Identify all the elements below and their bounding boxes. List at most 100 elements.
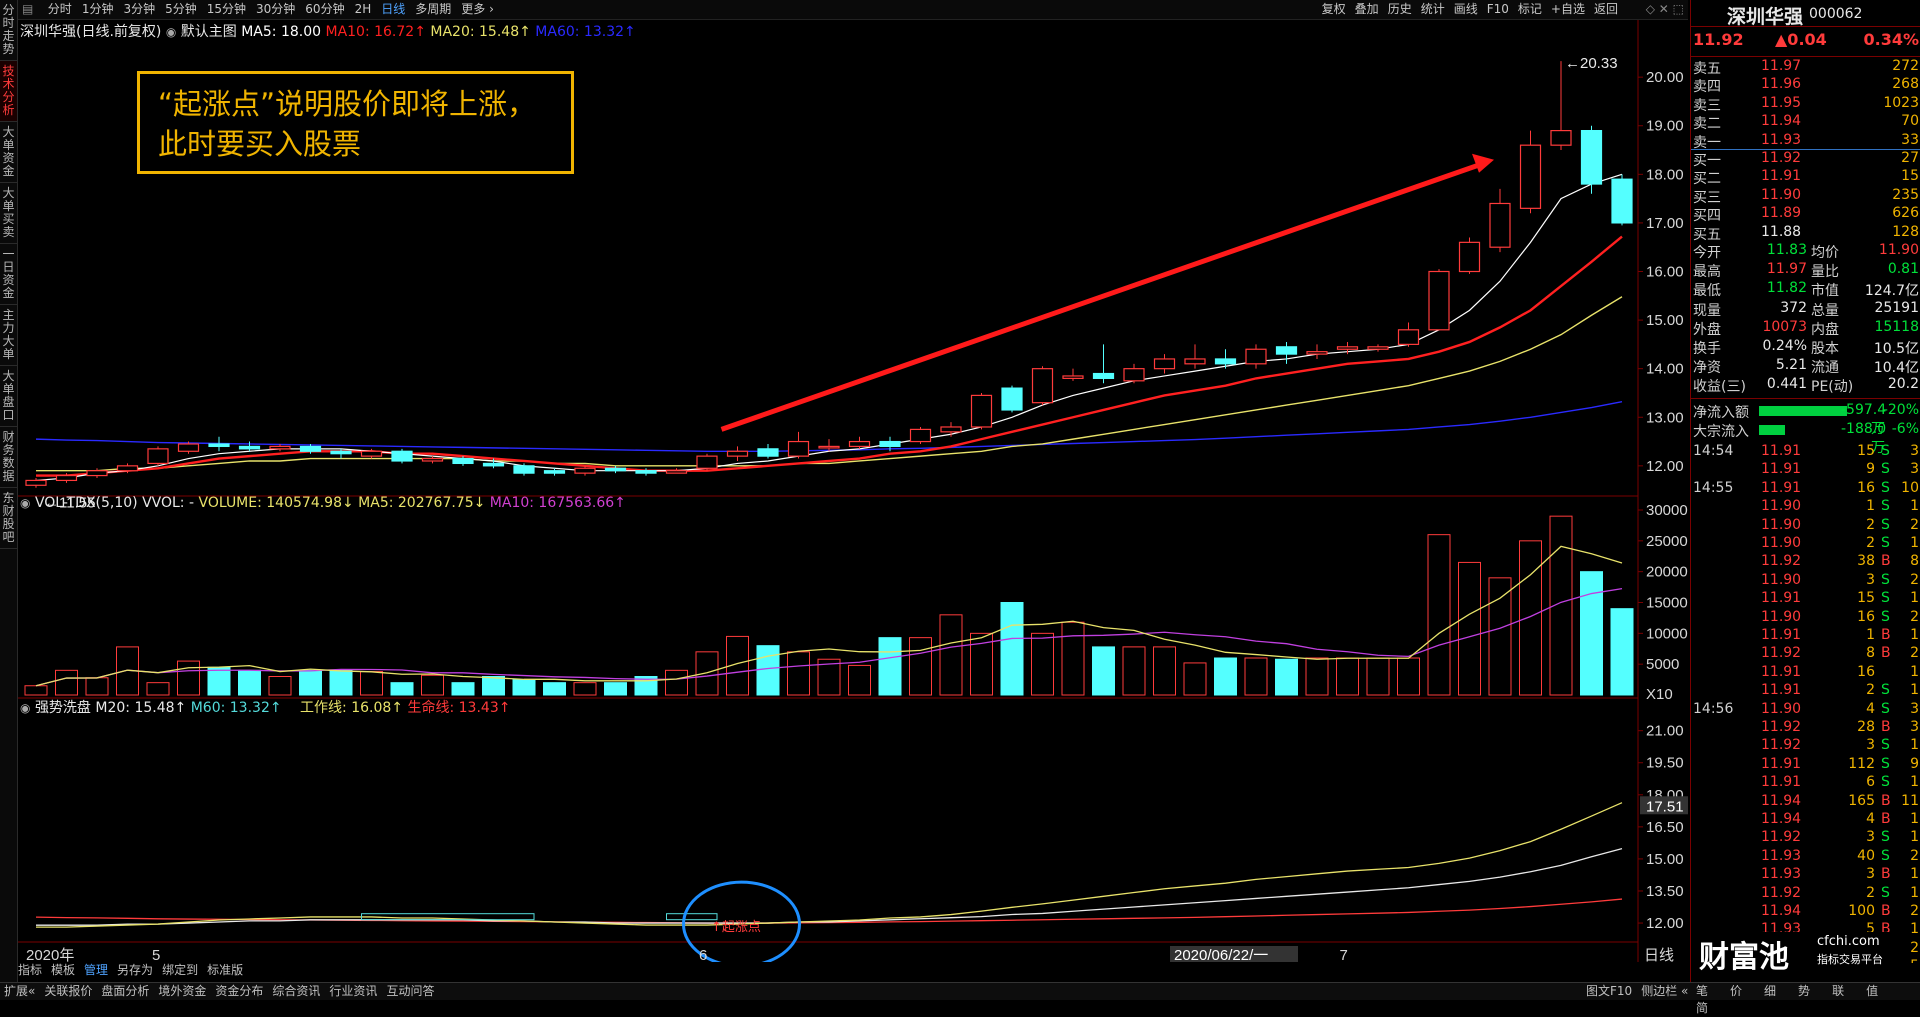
tick-volume: 16 [1857,608,1875,625]
toolbar-action-2[interactable]: 历史 [1388,0,1412,19]
order-volume: 1023 [1883,94,1919,111]
indicator-tab-3[interactable]: 另存为 [117,962,153,979]
stock-name: 深圳华强 [1727,6,1804,28]
left-tab-2[interactable]: 大单资金 [0,122,17,183]
toolbar-action-8[interactable]: 返回 [1594,0,1618,19]
status-link-2[interactable]: 盘面分析 [101,983,149,1000]
period-tab-5[interactable]: 30分钟 [256,0,295,19]
tick-row: 11.92 8 B 2 [1691,645,1920,663]
tick-row: 11.94 165 B 11 [1691,793,1920,811]
status-link-0[interactable]: 扩展« [4,983,35,1000]
period-label[interactable]: 日线 [1644,946,1674,962]
gear-icon[interactable]: ◉ [166,25,176,39]
order-book-row: 买一 11.92 27 [1691,150,1920,169]
candle-body [238,445,261,450]
stat-label: 最低 [1693,283,1721,300]
tick-side: S [1881,461,1890,478]
tick-side: S [1881,847,1890,864]
gear-icon[interactable]: ◉ [20,496,30,510]
candle-body [696,455,718,469]
panel-tab-2[interactable]: 细 [1764,983,1776,1000]
period-tab-4[interactable]: 15分钟 [207,0,246,19]
period-tab-3[interactable]: 5分钟 [165,0,197,19]
panel-tab-1[interactable]: 价 [1730,983,1742,1000]
tick-row: 11.91 112 S 9 [1691,756,1920,774]
toolbar-action-0[interactable]: 复权 [1322,0,1346,19]
tick-list[interactable]: 14:54 11.91 15 S 3 11.91 9 S 3 14:55 11.91 16 S 10 11.… [1691,443,1920,963]
price-tick-label: 12.00 [1646,458,1684,475]
toolbar-action-5[interactable]: F10 [1487,0,1509,19]
stat-label: 均价 [1811,245,1839,261]
indicator-tab-2[interactable]: 管理 [84,962,108,979]
toolbar-action-4[interactable]: 画线 [1454,0,1478,19]
status-link-4[interactable]: 资金分布 [215,983,263,1000]
order-price: 11.95 [1761,94,1802,111]
stat-value: 20.2 [1887,376,1919,393]
toolbar-menu-icon[interactable]: ▤ [22,0,33,19]
order-price: 11.88 [1761,223,1802,240]
tick-row: 11.94 100 B 2 [1691,903,1920,921]
price-tick-label: 17.00 [1646,215,1684,232]
tick-price: 11.94 [1761,811,1802,827]
period-tab-2[interactable]: 3分钟 [123,0,155,19]
tick-volume: 4 [1866,811,1875,827]
indicator-tick-label: 19.50 [1646,755,1684,772]
tick-side: B [1881,903,1891,919]
left-tab-0[interactable]: 分时走势 [0,0,17,61]
period-tab-0[interactable]: 分时 [48,0,72,19]
left-tab-4[interactable]: 一日资金 [0,244,17,305]
volume-bar [848,664,871,696]
candle-body [818,445,840,449]
period-tab-10[interactable]: 更多 › [461,0,494,19]
indicator-tab-4[interactable]: 绑定到 [162,962,198,979]
period-tab-6[interactable]: 60分钟 [305,0,344,19]
indicator-tab-5[interactable]: 标准版 [207,962,243,979]
panel-tab-4[interactable]: 联 [1832,983,1844,1000]
indicator-name[interactable]: 默认主图 [181,24,237,40]
order-book: 卖五 11.97 272 卖四 11.96 268 卖三 11.95 1023 卖二 11.94 70… [1691,58,1920,243]
toolbar-action-7[interactable]: +自选 [1551,0,1585,19]
panel-tab-5[interactable]: 值 [1866,983,1878,1000]
toolbar-action-1[interactable]: 叠加 [1355,0,1379,19]
panel-tab-3[interactable]: 势 [1798,983,1810,1000]
status-right-0[interactable]: 图文F10 [1586,983,1632,1000]
candle-body [1031,368,1054,404]
volume-indicator-name[interactable]: VOL-TDX(5,10) VVOL: - [35,495,194,511]
period-tab-8[interactable]: 日线 [381,0,405,19]
fund-flows: 净流入额 -597.4万 -20% 大宗流入 -188.0万 -6% [1691,402,1920,456]
left-tab-3[interactable]: 大单买卖 [0,183,17,244]
status-link-7[interactable]: 互动问答 [386,983,434,1000]
left-tab-5[interactable]: 主力大单 [0,305,17,366]
indicator-tab-0[interactable]: 指标 [18,962,42,979]
tick-count: 3 [1910,700,1919,717]
flow-pct: -20% [1882,402,1919,418]
toolbar-action-6[interactable]: 标记 [1518,0,1542,19]
indicator-tab-1[interactable]: 模板 [51,962,75,979]
panel-tab-6[interactable]: 简 [1696,1000,1708,1017]
gear-icon[interactable]: ◉ [20,701,30,715]
tick-price: 11.92 [1761,553,1802,570]
status-link-3[interactable]: 境外资金 [158,983,206,1000]
tick-count: 1 [1910,498,1919,515]
left-tab-6[interactable]: 大单盘口 [0,366,17,427]
period-tab-9[interactable]: 多周期 [415,0,451,19]
status-link-6[interactable]: 行业资讯 [329,983,377,1000]
indicator-name[interactable]: 强势洗盘 [35,700,91,716]
candle-body [330,450,352,455]
status-right-1[interactable]: 侧边栏 « [1641,983,1688,1000]
panel-tab-0[interactable]: 笔 [1696,983,1708,1000]
left-tab-8[interactable]: 东财股吧 [0,488,17,549]
tick-row: 11.90 2 S 2 [1691,517,1920,535]
left-tab-1[interactable]: 技术分析 [0,61,17,122]
toolbar-action-3[interactable]: 统计 [1421,0,1445,19]
order-price: 11.91 [1761,168,1802,185]
period-tab-7[interactable]: 2H [355,0,372,19]
order-price: 11.92 [1761,150,1802,166]
left-tab-7[interactable]: 财务数据 [0,427,17,488]
volume-bar [878,637,902,696]
status-link-5[interactable]: 综合资讯 [272,983,320,1000]
window-controls-icon[interactable]: ◇ ✕ ⬚ [1646,0,1684,19]
period-tab-1[interactable]: 1分钟 [82,0,114,19]
status-link-1[interactable]: 关联报价 [44,983,92,1000]
volume-bar [1580,571,1603,696]
